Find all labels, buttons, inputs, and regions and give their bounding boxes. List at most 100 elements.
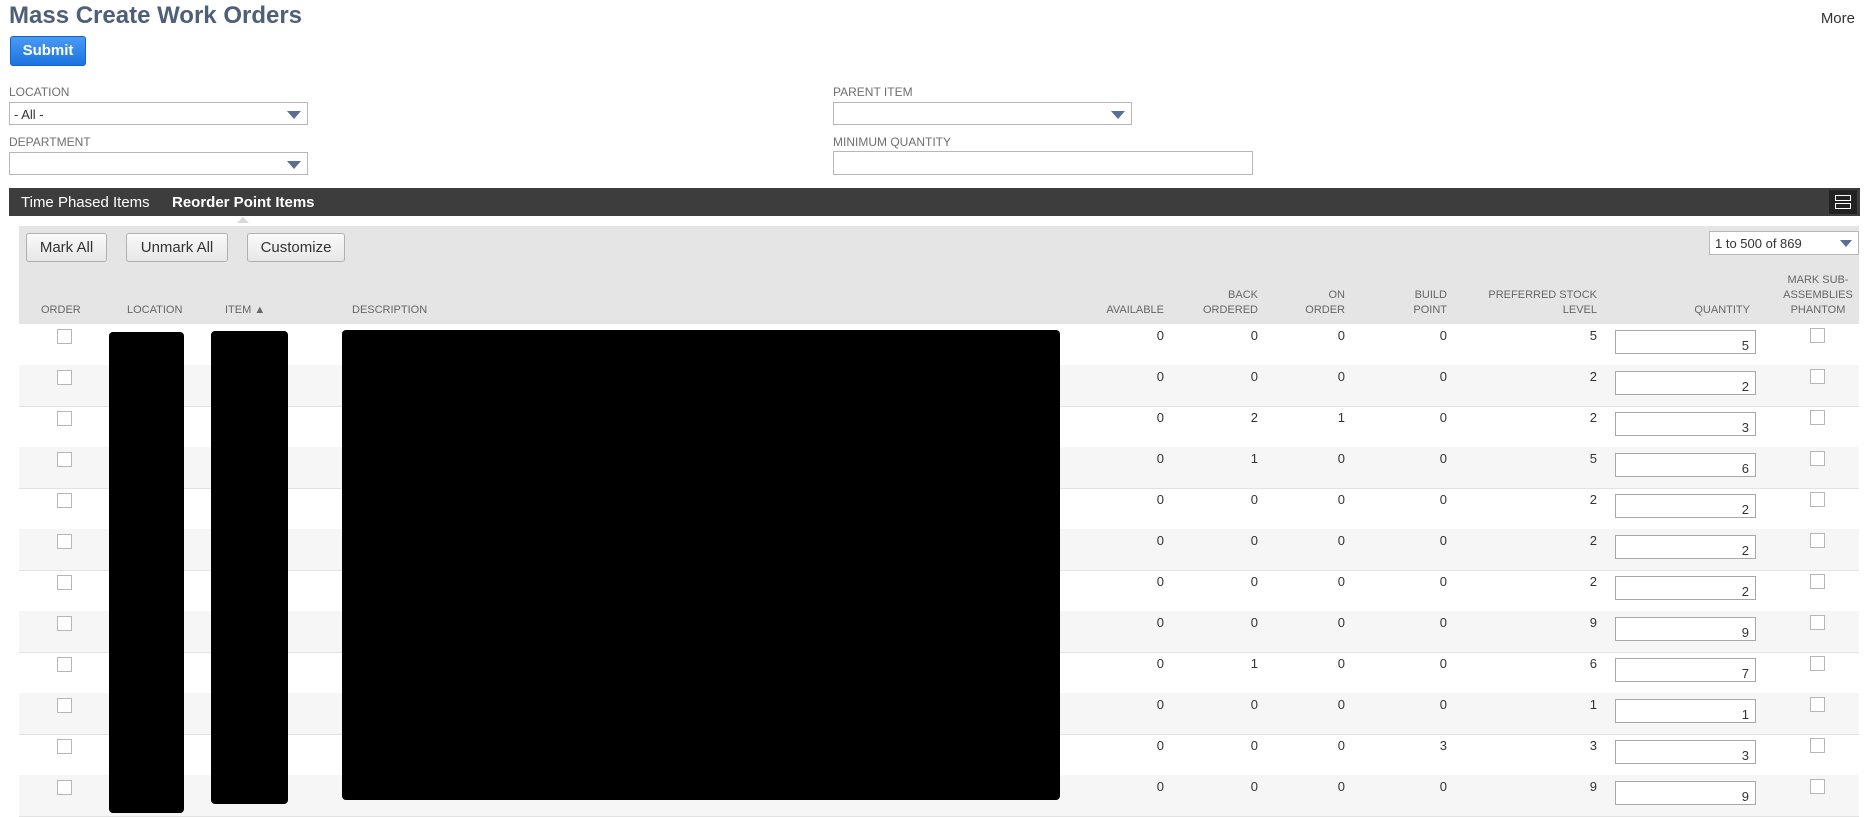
more-link[interactable]: More	[1821, 10, 1855, 27]
build-point-cell: 0	[1439, 615, 1447, 630]
minimum-quantity-label: MINIMUM QUANTITY	[833, 135, 951, 149]
customize-button[interactable]: Customize	[247, 233, 345, 262]
parent-item-select[interactable]	[833, 102, 1132, 125]
location-select[interactable]: - All -	[9, 102, 308, 125]
back-ordered-cell: 0	[1250, 533, 1258, 548]
mark-sub-assemblies-checkbox[interactable]	[1810, 574, 1825, 589]
column-quantity[interactable]: QUANTITY	[1619, 303, 1750, 318]
mark-sub-assemblies-checkbox[interactable]	[1810, 533, 1825, 548]
column-on-order[interactable]: ON ORDER	[1279, 288, 1345, 318]
subtab-bar: Time Phased Items Reorder Point Items	[9, 188, 1860, 223]
quantity-input[interactable]: 2	[1615, 576, 1756, 600]
pagination-select[interactable]: 1 to 500 of 869	[1709, 231, 1859, 255]
order-checkbox[interactable]	[57, 493, 72, 508]
parent-item-label: PARENT ITEM	[833, 85, 913, 99]
quantity-input[interactable]: 1	[1615, 699, 1756, 723]
order-checkbox[interactable]	[57, 534, 72, 549]
mark-sub-assemblies-checkbox[interactable]	[1810, 410, 1825, 425]
back-ordered-cell: 2	[1250, 410, 1258, 425]
layout-toggle-icon[interactable]	[1829, 190, 1857, 214]
available-cell: 0	[1156, 492, 1164, 507]
quantity-input[interactable]: 5	[1615, 330, 1756, 354]
order-checkbox[interactable]	[57, 452, 72, 467]
submit-button[interactable]: Submit	[10, 36, 86, 66]
quantity-input[interactable]: 2	[1615, 494, 1756, 518]
mark-sub-assemblies-checkbox[interactable]	[1810, 779, 1825, 794]
build-point-cell: 0	[1439, 533, 1447, 548]
column-back-ordered-line2: ORDERED	[1202, 304, 1258, 316]
mark-sub-assemblies-checkbox[interactable]	[1810, 492, 1825, 507]
mark-sub-assemblies-checkbox[interactable]	[1810, 451, 1825, 466]
on-order-cell: 0	[1337, 369, 1345, 384]
minimum-quantity-input[interactable]	[833, 151, 1253, 175]
order-checkbox[interactable]	[57, 575, 72, 590]
column-item[interactable]: ITEM ▲	[225, 303, 265, 318]
back-ordered-cell: 0	[1250, 328, 1258, 343]
column-back-ordered[interactable]: BACK ORDERED	[1169, 288, 1258, 318]
on-order-cell: 0	[1337, 492, 1345, 507]
quantity-input[interactable]: 3	[1615, 740, 1756, 764]
order-checkbox[interactable]	[57, 370, 72, 385]
unmark-all-button[interactable]: Unmark All	[126, 233, 228, 262]
mark-sub-assemblies-checkbox[interactable]	[1810, 697, 1825, 712]
department-label: DEPARTMENT	[9, 135, 91, 149]
order-checkbox[interactable]	[57, 616, 72, 631]
column-build-point-line2: POINT	[1413, 304, 1447, 316]
back-ordered-cell: 0	[1250, 492, 1258, 507]
column-available[interactable]: AVAILABLE	[1069, 303, 1164, 318]
column-order[interactable]: ORDER	[41, 303, 81, 318]
preferred-stock-cell: 2	[1589, 369, 1597, 384]
back-ordered-cell: 0	[1250, 738, 1258, 753]
back-ordered-cell: 1	[1250, 451, 1258, 466]
back-ordered-cell: 1	[1250, 656, 1258, 671]
column-location[interactable]: LOCATION	[127, 303, 182, 318]
column-build-point[interactable]: BUILD POINT	[1369, 288, 1447, 318]
quantity-input[interactable]: 9	[1615, 781, 1756, 805]
column-description[interactable]: DESCRIPTION	[352, 303, 427, 318]
order-checkbox[interactable]	[57, 411, 72, 426]
build-point-cell: 0	[1439, 328, 1447, 343]
column-preferred-line1: PREFERRED STOCK	[1488, 289, 1597, 301]
quantity-input[interactable]: 9	[1615, 617, 1756, 641]
quantity-input[interactable]: 6	[1615, 453, 1756, 477]
column-preferred-stock-level[interactable]: PREFERRED STOCK LEVEL	[1459, 288, 1597, 318]
on-order-cell: 1	[1337, 410, 1345, 425]
on-order-cell: 0	[1337, 574, 1345, 589]
department-select[interactable]	[9, 152, 308, 175]
on-order-cell: 0	[1337, 738, 1345, 753]
tab-time-phased-items[interactable]: Time Phased Items	[21, 194, 150, 211]
on-order-cell: 0	[1337, 328, 1345, 343]
mark-sub-assemblies-checkbox[interactable]	[1810, 369, 1825, 384]
mark-all-button[interactable]: Mark All	[26, 233, 107, 262]
order-checkbox[interactable]	[57, 780, 72, 795]
quantity-input[interactable]: 2	[1615, 535, 1756, 559]
order-checkbox[interactable]	[57, 739, 72, 754]
available-cell: 0	[1156, 697, 1164, 712]
available-cell: 0	[1156, 451, 1164, 466]
tab-reorder-point-items[interactable]: Reorder Point Items	[172, 194, 315, 223]
order-checkbox[interactable]	[57, 657, 72, 672]
mark-sub-assemblies-checkbox[interactable]	[1810, 738, 1825, 753]
mark-sub-assemblies-checkbox[interactable]	[1810, 615, 1825, 630]
order-checkbox[interactable]	[57, 698, 72, 713]
mark-sub-assemblies-checkbox[interactable]	[1810, 656, 1825, 671]
on-order-cell: 0	[1337, 697, 1345, 712]
back-ordered-cell: 0	[1250, 615, 1258, 630]
back-ordered-cell: 0	[1250, 779, 1258, 794]
available-cell: 0	[1156, 574, 1164, 589]
column-mark-sub-line3: PHANTOM	[1790, 304, 1846, 316]
redacted-description-block	[342, 330, 1060, 800]
order-checkbox[interactable]	[57, 329, 72, 344]
quantity-input[interactable]: 3	[1615, 412, 1756, 436]
quantity-input[interactable]: 7	[1615, 658, 1756, 682]
build-point-cell: 3	[1439, 738, 1447, 753]
column-mark-sub-assemblies-phantom[interactable]: MARK SUB- ASSEMBLIES PHANTOM	[1776, 273, 1860, 318]
build-point-cell: 0	[1439, 369, 1447, 384]
chevron-down-icon	[287, 161, 301, 169]
mark-sub-assemblies-checkbox[interactable]	[1810, 328, 1825, 343]
column-on-order-line2: ORDER	[1305, 304, 1345, 316]
preferred-stock-cell: 2	[1589, 574, 1597, 589]
redacted-item-block	[211, 331, 288, 804]
quantity-input[interactable]: 2	[1615, 371, 1756, 395]
list-toolbar: Mark All Unmark All Customize 1 to 500 o…	[19, 226, 1859, 266]
